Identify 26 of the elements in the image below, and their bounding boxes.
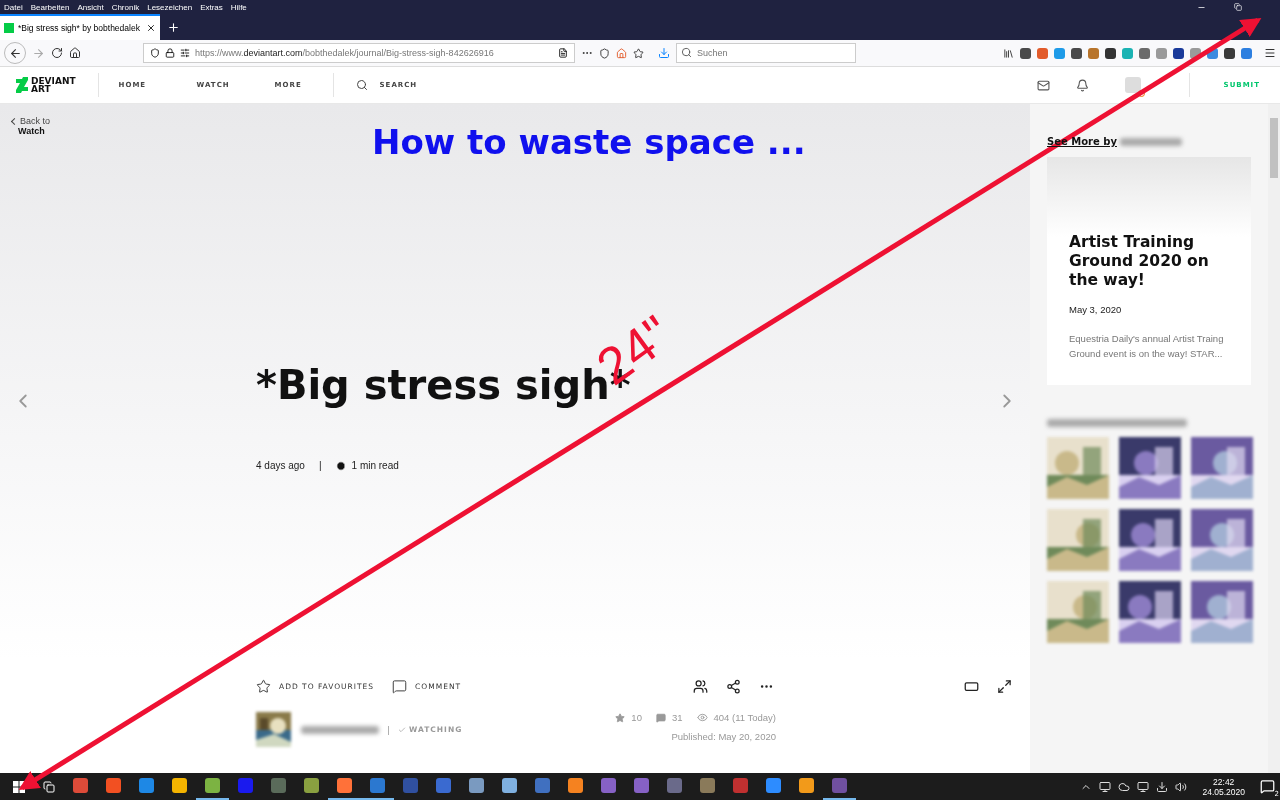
browser-tab[interactable]: *Big stress sigh* by bobthedalek [0,14,160,40]
clock[interactable]: 22:42 24.05.2020 [1202,776,1245,797]
article-age: 4 days ago [256,460,305,471]
separator: | [387,724,391,735]
card-title: Artist Training Ground 2020 on the way! [1069,233,1210,290]
card-excerpt: Equestria Daily's annual Artist Traing Ground event is on the way! STAR... [1069,332,1225,361]
journal-card[interactable]: Artist Training Ground 2020 on the way! May 3, 2020 Equestria Daily's annual Artist Traing Ground event is on the way! STAR... [1047,157,1251,385]
menu-item[interactable]: Lesezeichen [147,2,193,12]
menu-item[interactable]: Extras [200,2,223,12]
card-date: May 3, 2020 [1069,304,1123,315]
url-field[interactable]: https://www.deviantart.com/bobthedalek/journal/Big-stress-sigh-842626916 [143,43,575,63]
site-logo[interactable]: DEVIANT ART [16,73,99,97]
menu-item[interactable]: Ansicht [77,2,104,12]
views-count: 404 (11 Today) [713,712,776,723]
separator: | [318,460,322,471]
published-date: Published: May 20, 2020 [671,731,776,742]
menu-item[interactable]: Hilfe [230,2,247,12]
menu-item[interactable]: Chronik [111,2,140,12]
comments-count: 31 [671,712,683,723]
back-link[interactable]: Back to Watch [0,104,72,136]
search-field[interactable]: Suchen [676,43,856,63]
menu-item[interactable]: Bearbeiten [30,2,70,12]
annotation-caption: How to waste space ... [372,122,806,162]
favourites-count: 10 [631,712,642,723]
read-time: 1 min read [351,460,399,471]
menu-item[interactable]: Datei [4,2,23,12]
